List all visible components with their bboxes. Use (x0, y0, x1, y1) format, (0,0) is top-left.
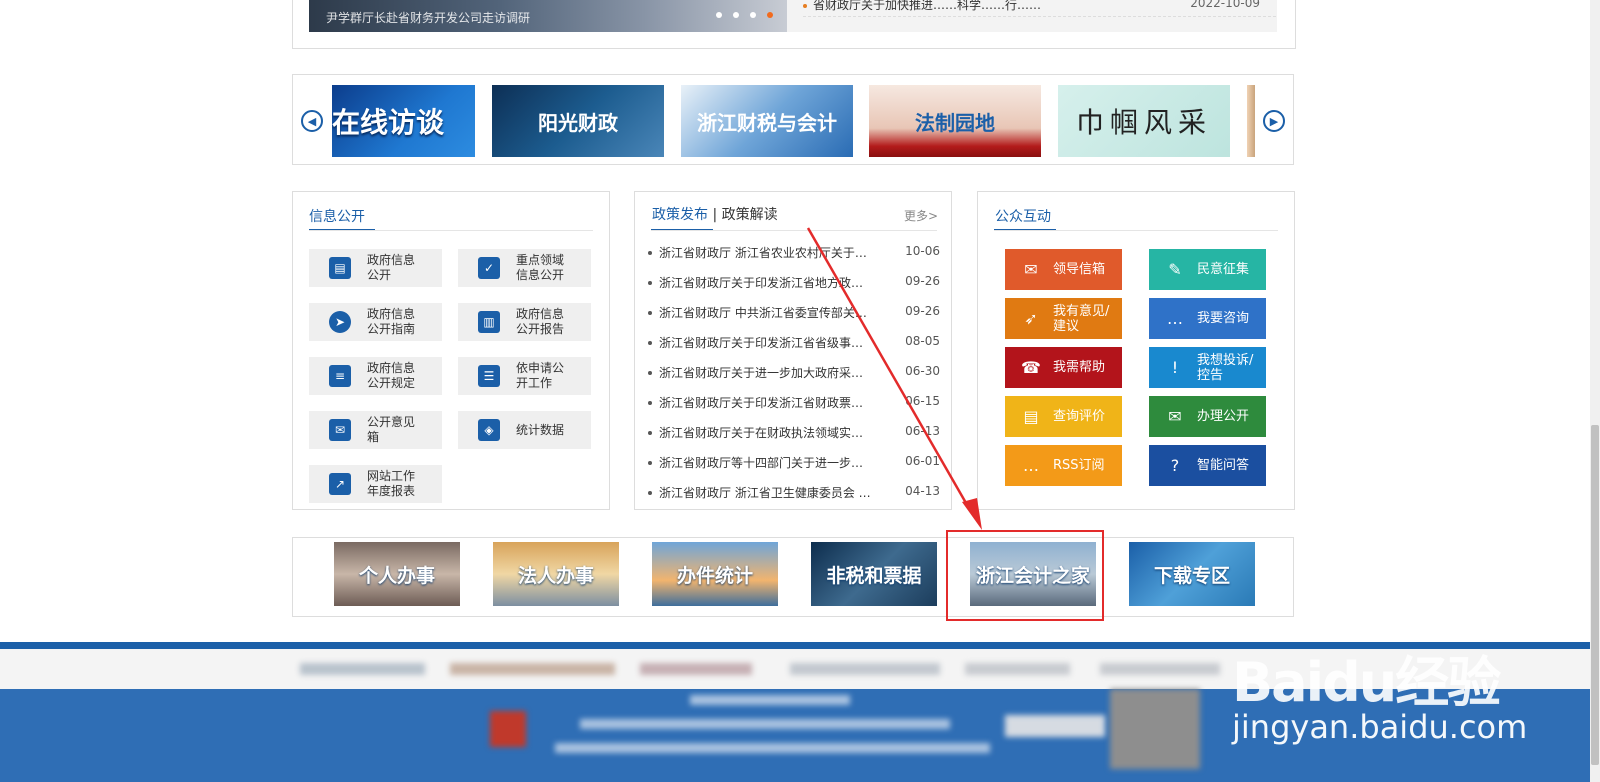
service-non-tax-bills[interactable]: 非税和票据 (811, 542, 937, 606)
emblem-icon (490, 711, 526, 747)
qr-code-icon (1110, 689, 1200, 769)
blurred-link[interactable] (965, 663, 1070, 675)
service-case-statistics[interactable]: 办件统计 (652, 542, 778, 606)
watermark-brand: Baidu经验 (1232, 651, 1501, 714)
blurred-text (690, 695, 850, 705)
service-label: 下载专区 (1153, 564, 1230, 587)
gov-badge-icon[interactable] (1005, 715, 1105, 737)
service-label: 办件统计 (676, 564, 753, 587)
service-label: 法人办事 (517, 564, 594, 587)
service-corporate-affairs[interactable]: 法人办事 (493, 542, 619, 606)
blurred-text (580, 719, 950, 729)
service-label: 非税和票据 (826, 564, 922, 587)
blurred-link[interactable] (640, 663, 752, 675)
service-download-zone[interactable]: 下载专区 (1129, 542, 1255, 606)
scrollbar-thumb[interactable] (1591, 425, 1599, 765)
blurred-text (555, 743, 990, 753)
blurred-link[interactable] (450, 663, 615, 675)
blurred-link[interactable] (1100, 663, 1220, 675)
service-personal-affairs[interactable]: 个人办事 (334, 542, 460, 606)
blurred-link[interactable] (300, 663, 425, 675)
service-label: 个人办事 (358, 564, 435, 587)
annotation-highlight-box (946, 530, 1104, 621)
blurred-link[interactable] (790, 663, 940, 675)
watermark-url: jingyan.baidu.com (1232, 708, 1528, 746)
